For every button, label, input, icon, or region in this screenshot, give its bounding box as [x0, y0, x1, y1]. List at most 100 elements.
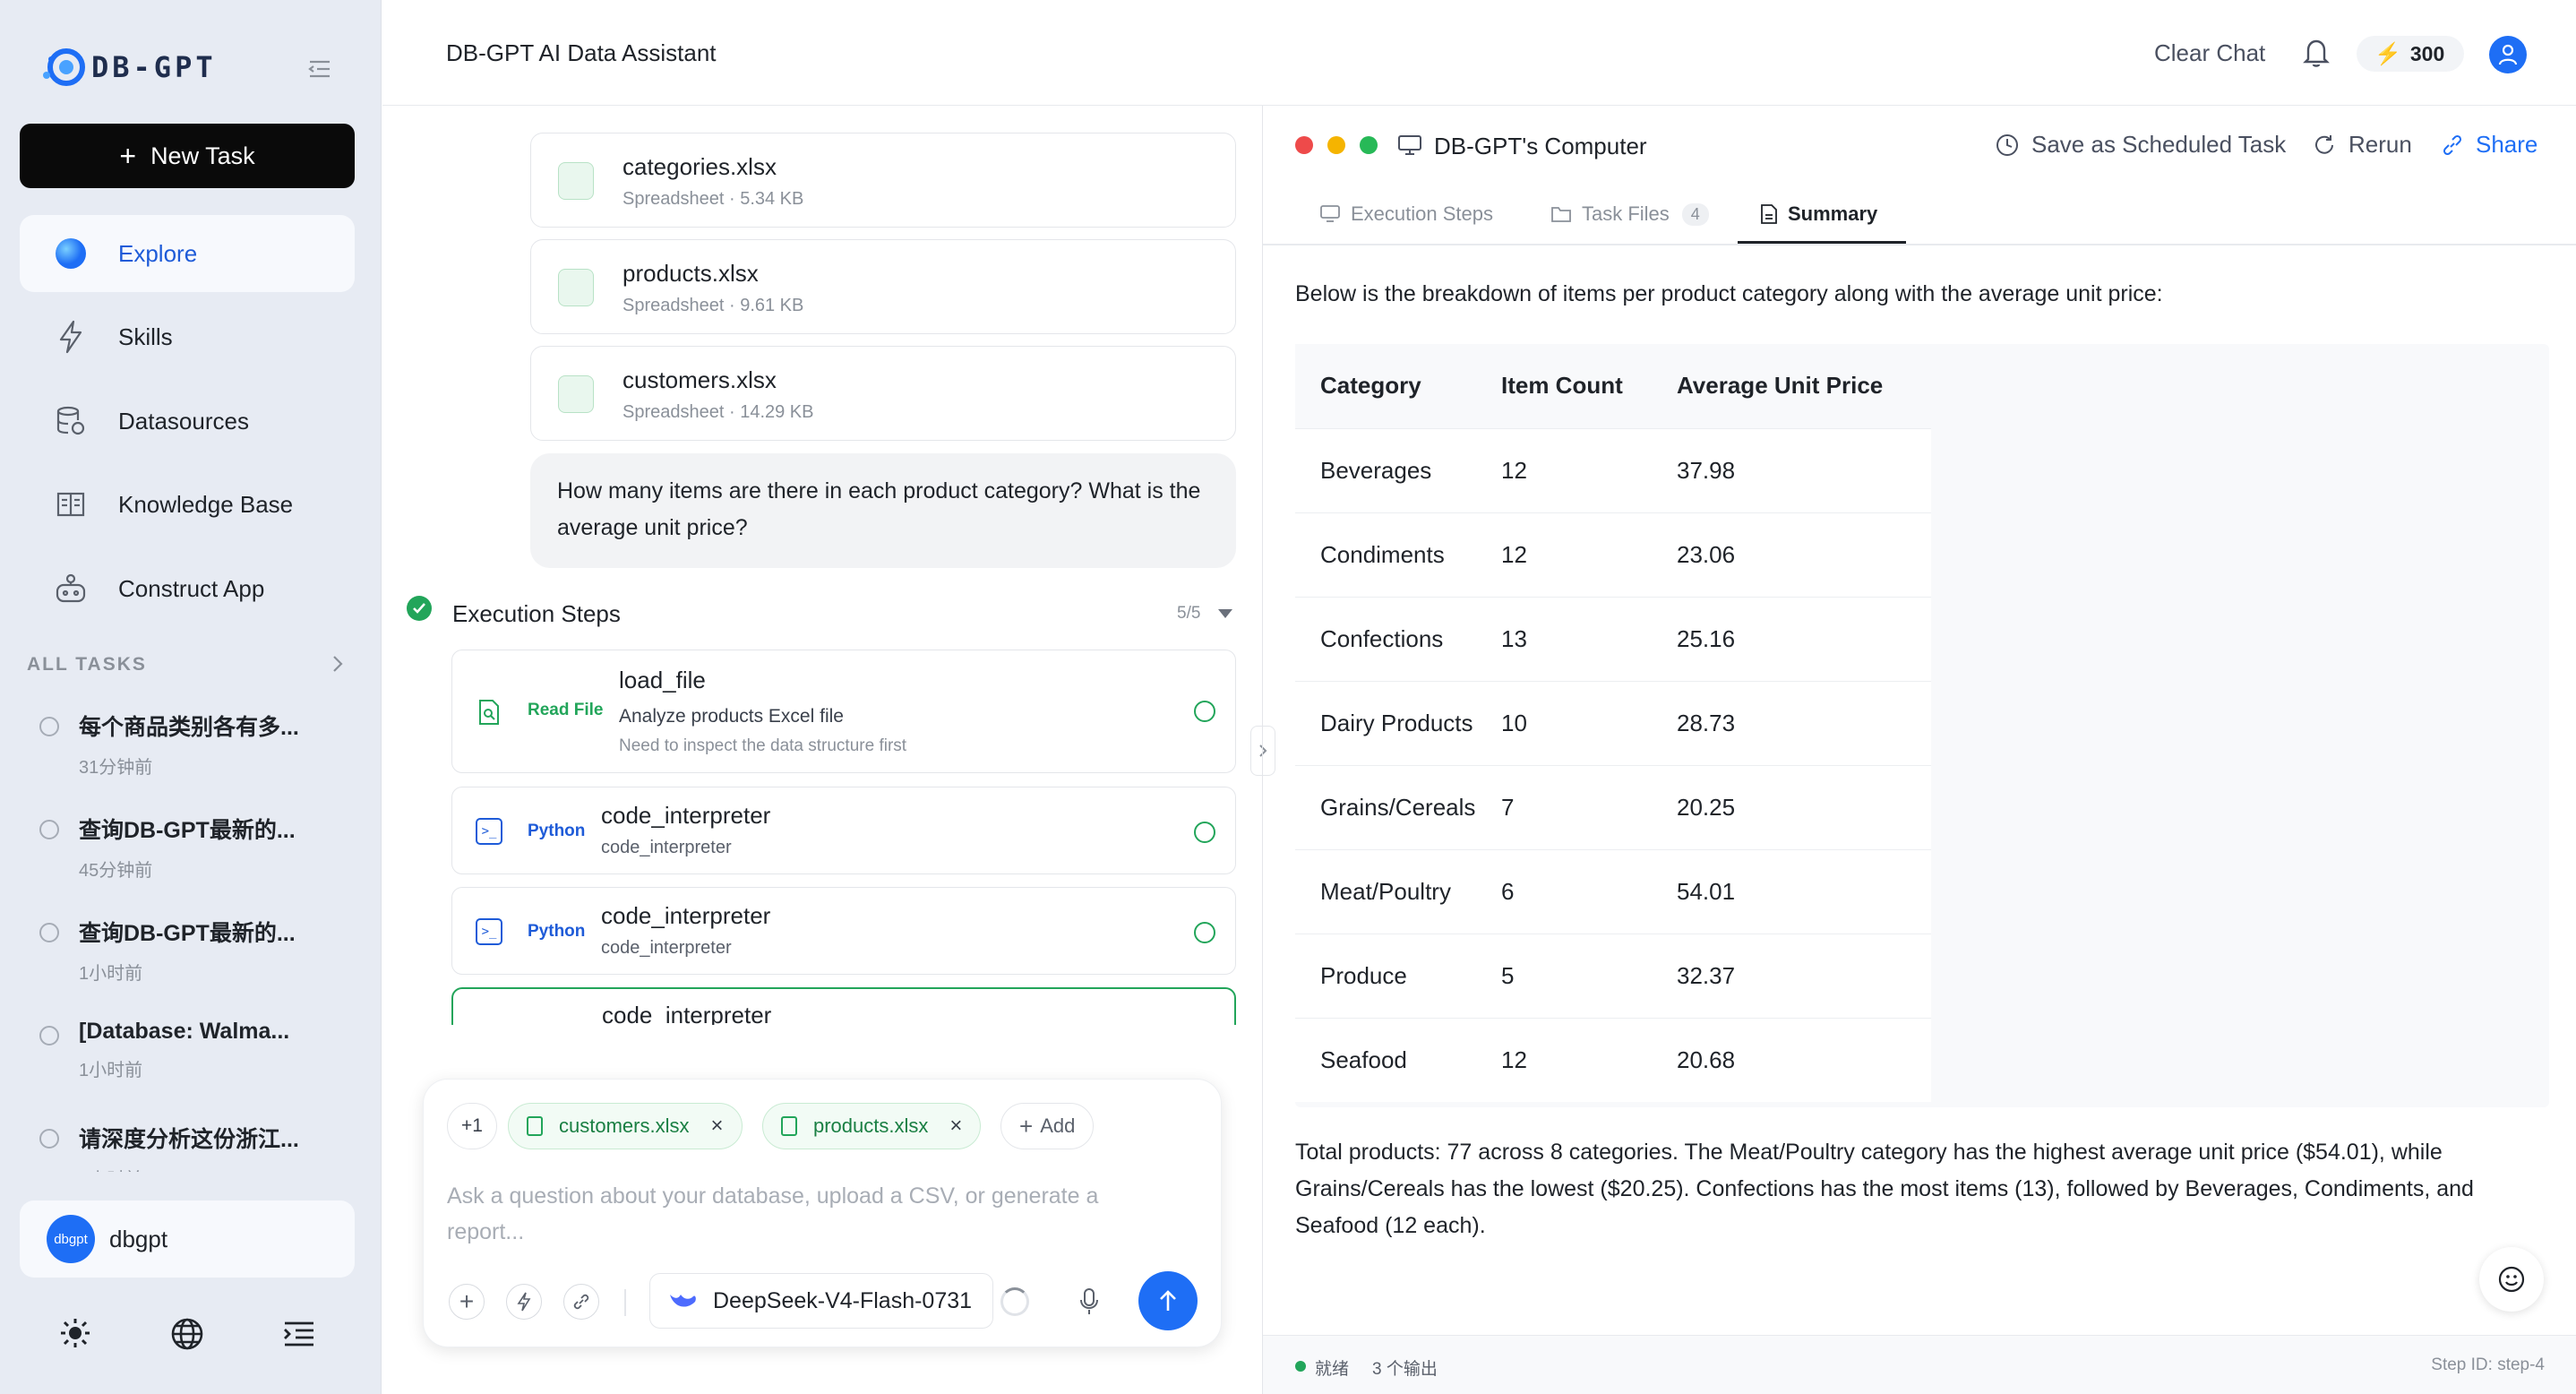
chip-label: customers.xlsx: [559, 1114, 690, 1137]
column-header: Average Unit Price: [1677, 344, 1931, 429]
robot-icon: [54, 572, 88, 606]
tab-label: Execution Steps: [1351, 202, 1493, 225]
collapse-sidebar-icon[interactable]: [308, 59, 331, 79]
chevron-right-icon[interactable]: [331, 654, 344, 674]
monitor-icon: [1320, 205, 1340, 223]
table-cell: Condiments: [1295, 512, 1501, 598]
task-time: 1小时前: [79, 964, 143, 984]
sidebar: DB-GPT + New Task Explore Skills Datasou…: [0, 0, 382, 1394]
add-attachment-button[interactable]: + Add: [1000, 1103, 1095, 1149]
execution-step[interactable]: >_ Python code_interpreter code_interpre…: [451, 887, 1236, 975]
save-scheduled-label: Save as Scheduled Task: [2031, 131, 2287, 158]
task-item[interactable]: 请深度分析这份浙江... 1小时前: [36, 1122, 358, 1172]
table-cell: 54.01: [1677, 849, 1931, 934]
user-profile[interactable]: dbgpt dbgpt: [20, 1200, 355, 1278]
step-success-icon: [1194, 822, 1215, 843]
clear-chat-button[interactable]: Clear Chat: [2154, 39, 2265, 67]
model-name: DeepSeek-V4-Flash-0731: [713, 1287, 973, 1313]
more-files-chip[interactable]: +1: [447, 1103, 497, 1149]
divider: [624, 1289, 626, 1316]
user-avatar-icon[interactable]: [2489, 36, 2527, 73]
table-cell: 6: [1501, 849, 1677, 934]
read-file-icon: [477, 699, 501, 726]
task-time: 1小时前: [36, 1165, 358, 1172]
task-title: [Database: Walma...: [79, 1019, 290, 1044]
user-question-bubble: How many items are there in each product…: [530, 453, 1236, 568]
file-card[interactable]: customers.xlsx Spreadsheet · 14.29 KB: [530, 346, 1236, 441]
send-arrow-icon[interactable]: [1138, 1271, 1198, 1330]
task-item[interactable]: 查询DB-GPT最新的... 1小时前: [36, 916, 358, 985]
menu-indent-icon[interactable]: [283, 1321, 315, 1347]
nav-label: Skills: [118, 323, 173, 350]
task-item[interactable]: [Database: Walma... 1小时前: [36, 1019, 358, 1081]
skills-lightning-icon[interactable]: [506, 1284, 542, 1320]
table-cell: 5: [1501, 934, 1677, 1019]
file-name: products.xlsx: [623, 260, 759, 287]
language-globe-icon[interactable]: [170, 1317, 204, 1351]
remove-chip-icon[interactable]: ×: [710, 1114, 723, 1139]
window-maximize-dot[interactable]: [1360, 136, 1378, 154]
execution-step[interactable]: Read File load_file Analyze products Exc…: [451, 650, 1236, 773]
task-item[interactable]: 查询DB-GPT最新的... 45分钟前: [36, 813, 358, 882]
table-cell: 13: [1501, 597, 1677, 682]
monitor-icon: [1397, 134, 1422, 156]
nav-item-skills[interactable]: Skills: [20, 298, 355, 375]
tab-task-files[interactable]: Task Files 4: [1551, 202, 1709, 226]
nav-item-construct-app[interactable]: Construct App: [20, 550, 355, 627]
microphone-icon[interactable]: [1079, 1287, 1099, 1316]
model-selector[interactable]: DeepSeek-V4-Flash-0731: [649, 1273, 993, 1329]
step-id: Step ID: step-4: [2431, 1355, 2545, 1374]
nav-item-knowledge-base[interactable]: Knowledge Base: [20, 466, 355, 543]
step-name: code_interpreter: [601, 902, 771, 929]
attachment-chip[interactable]: products.xlsx ×: [762, 1103, 982, 1149]
add-label: Add: [1040, 1114, 1076, 1137]
task-item[interactable]: 每个商品类别各有多... 31分钟前: [36, 710, 358, 779]
window-close-dot[interactable]: [1295, 136, 1313, 154]
rerun-label: Rerun: [2348, 131, 2412, 158]
step-name: load_file: [619, 667, 706, 693]
lightning-icon: [54, 320, 88, 354]
task-title: 查询DB-GPT最新的...: [79, 818, 296, 843]
brand-logo[interactable]: DB-GPT: [39, 45, 217, 90]
rerun-button[interactable]: Rerun: [2313, 131, 2412, 159]
folder-icon: [1551, 206, 1571, 222]
credits-badge[interactable]: ⚡ 300: [2357, 36, 2464, 72]
task-time: 1小时前: [79, 1061, 143, 1080]
chat-bubble-icon: [39, 717, 59, 736]
step-success-icon: [1194, 922, 1215, 943]
file-meta: Spreadsheet · 14.29 KB: [623, 402, 814, 422]
excel-file-icon: [558, 162, 594, 200]
save-scheduled-task-button[interactable]: Save as Scheduled Task: [1996, 131, 2286, 159]
chat-bubble-icon: [39, 820, 59, 839]
notification-bell-icon[interactable]: [2303, 38, 2330, 68]
composer: +1 customers.xlsx × products.xlsx × + Add…: [423, 1079, 1222, 1347]
file-card[interactable]: products.xlsx Spreadsheet · 9.61 KB: [530, 239, 1236, 334]
remove-chip-icon[interactable]: ×: [949, 1114, 962, 1139]
tab-execution-steps[interactable]: Execution Steps: [1320, 202, 1493, 226]
table-cell: 20.68: [1677, 1046, 1736, 1073]
tab-summary[interactable]: Summary: [1738, 195, 1906, 244]
theme-sun-icon[interactable]: [59, 1317, 91, 1349]
attach-plus-icon[interactable]: +: [449, 1284, 485, 1320]
share-button[interactable]: Share: [2442, 131, 2537, 159]
message-input[interactable]: Ask a question about your database, uplo…: [447, 1178, 1181, 1250]
nav-label: Construct App: [118, 574, 265, 602]
status-bar: 就绪 3 个输出 Step ID: step-4: [1263, 1335, 2576, 1394]
execution-step-partial[interactable]: code_interpreter: [451, 987, 1236, 1025]
attachment-chip[interactable]: customers.xlsx ×: [508, 1103, 743, 1149]
chat-bubble-icon: [39, 1026, 59, 1046]
new-task-button[interactable]: + New Task: [20, 124, 355, 188]
collapse-caret-icon[interactable]: [1218, 609, 1232, 618]
table-cell: 23.06: [1677, 512, 1931, 598]
feedback-smiley-icon[interactable]: [2479, 1247, 2544, 1312]
nav-item-explore[interactable]: Explore: [20, 215, 355, 292]
execution-step[interactable]: >_ Python code_interpreter code_interpre…: [451, 787, 1236, 874]
table-row: Meat/Poultry 6 54.01: [1295, 849, 1931, 934]
connect-link-icon[interactable]: [563, 1284, 599, 1320]
window-minimize-dot[interactable]: [1327, 136, 1345, 154]
table-row: Confections 13 25.16: [1295, 597, 1931, 682]
step-desc: code_interpreter: [601, 938, 732, 958]
table-cell: Dairy Products: [1295, 681, 1501, 766]
file-card[interactable]: categories.xlsx Spreadsheet · 5.34 KB: [530, 133, 1236, 228]
nav-item-datasources[interactable]: Datasources: [20, 383, 355, 460]
